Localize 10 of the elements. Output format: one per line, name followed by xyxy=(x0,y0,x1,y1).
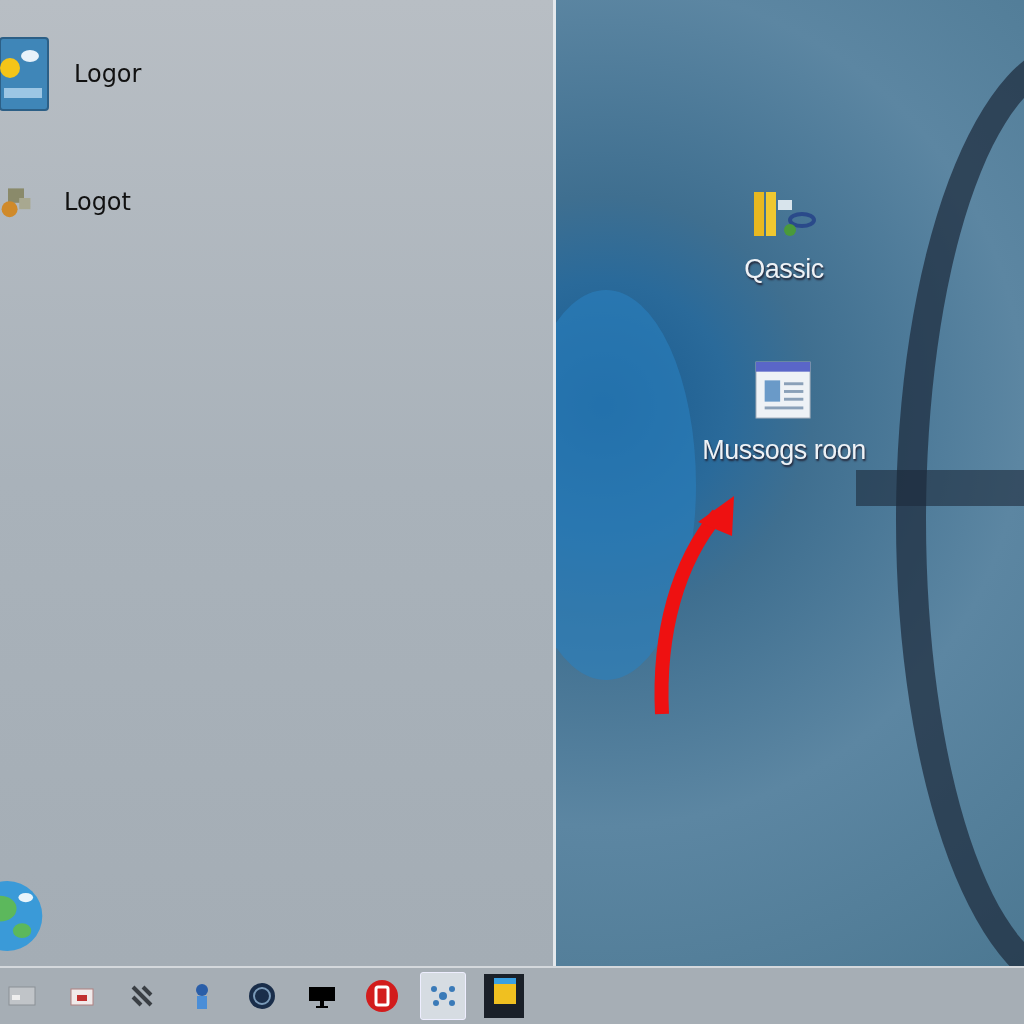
desktop-icon-label[interactable]: Mussogs roon xyxy=(702,435,866,466)
document-icon[interactable] xyxy=(755,361,813,421)
taskbar-button[interactable] xyxy=(482,973,526,1019)
panel-item-label[interactable]: Logor xyxy=(74,60,142,88)
weather-icon[interactable] xyxy=(0,36,50,112)
stop-icon xyxy=(365,979,399,1013)
desktop-icon-label[interactable]: Qassic xyxy=(744,254,824,285)
panel-item-label[interactable]: Logot xyxy=(64,188,131,216)
film-icon xyxy=(484,974,524,1018)
dial-icon xyxy=(247,981,277,1011)
